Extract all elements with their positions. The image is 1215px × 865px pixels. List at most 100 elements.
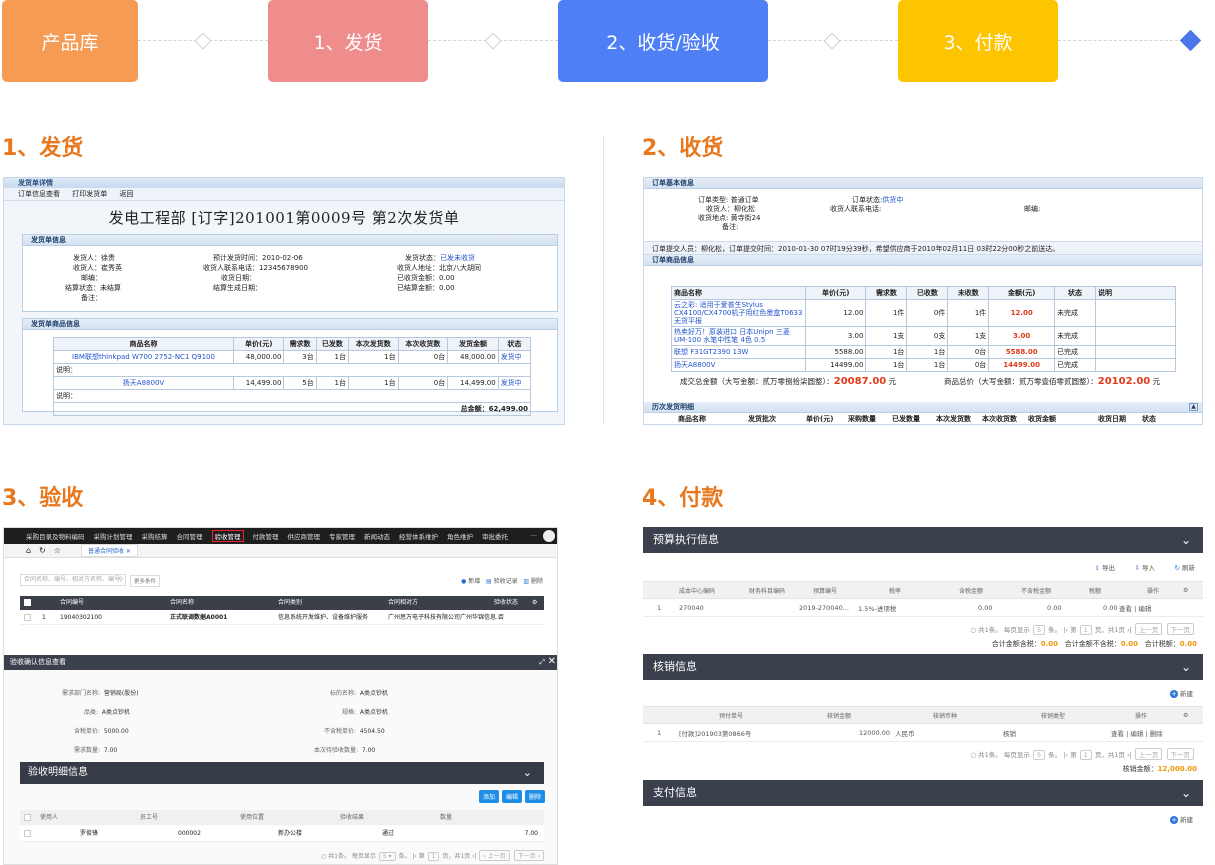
goods-link[interactable]: IBM联想thinkpad W700 2752-NC1 Q9100 [53, 350, 234, 364]
step-connector [1058, 40, 1183, 41]
step-ship[interactable]: 1、发货 [268, 0, 428, 82]
row-actions[interactable]: 查看 | 编辑 [1119, 603, 1151, 613]
close-icon[interactable]: ✕ [548, 654, 556, 669]
new-button[interactable]: + 新建 [643, 688, 1203, 698]
table-row: 热卖好万！原装进口 日本Unipn 三菱 UM-100 水笔中性笔 4色 0.5… [671, 326, 1176, 346]
delete-button[interactable]: 删除 [531, 578, 543, 585]
table-row[interactable]: 罗俊锋 000002 新办公楼 通过 7.00 [20, 826, 544, 842]
order-basic-info: 订单类型: 普通订单 收货人：柳化松 收货地点: 黄寺街24 备注: 订单状态:… [698, 196, 1041, 231]
row-actions[interactable]: 查看 | 编辑 | 删除 [1111, 728, 1163, 738]
order-notice: 订单提交人员：柳化松，订单提交时间：2010-01-30 07时19分39秒，希… [644, 241, 1202, 255]
writeoff-table-header: 预付单号 核销金额 核销币种 核销类型 操作 ⚙ [643, 706, 1203, 724]
import-button[interactable]: ⇩ 导入 [1134, 562, 1155, 572]
nav-item[interactable]: 采购目录及物料编码 [26, 531, 85, 541]
nav-item[interactable]: 采购计划管理 [94, 531, 133, 541]
settings-icon: ⚙ [1183, 586, 1189, 594]
writeoff-section-header[interactable]: 核销信息 ⌄ [643, 654, 1203, 680]
table-row[interactable]: 1 [付款]201903第0866号 12000.00 人民币 核销 查看 | … [643, 724, 1203, 742]
sub-nav: ⌂ ↻ ☆ 普通合同验收 ✕ [4, 544, 557, 558]
goods-link[interactable]: 扬天A8800V [671, 358, 806, 372]
new-button[interactable]: 新增 [468, 578, 480, 585]
block-header: 订单基本信息 [644, 178, 1202, 189]
table-row: 联想 F31GT2390 13W 5588.00 1台 1台 0台 5588.0… [671, 345, 1176, 359]
goods-link[interactable]: 云之彩: 适用于爱普生Stylus CX4100/CX4700机子用红色墨盒T0… [671, 299, 806, 327]
order-info-button[interactable]: 订单信息查看 [18, 190, 60, 198]
table-row[interactable]: 1 19040302100 正式联调数据A0001 信息系统开发维护、设备维护服… [20, 611, 544, 625]
print-button[interactable]: 打印发货单 [72, 190, 107, 198]
add-button[interactable]: 添加 [478, 790, 499, 803]
contract-list: 合同名称、编号、相对方名称、编号 ⚲ 更多条件 ● 新增 ▤ 验收记录 ▥ 删除 … [4, 558, 557, 630]
step-product-library[interactable]: 产品库 [2, 0, 138, 82]
goods-link[interactable]: 热卖好万！原装进口 日本Unipn 三菱 UM-100 水笔中性笔 4色 0.5 [671, 326, 806, 346]
back-button[interactable]: 返回 [119, 190, 133, 198]
avatar[interactable] [543, 530, 555, 542]
nav-item[interactable]: 审批委托 [482, 531, 508, 541]
detail-actions: 添加 编辑 删除 [476, 790, 545, 803]
list-header: 合同编号 合同名称 合同类别 合同相对方 验收状态 ⚙ [20, 596, 544, 610]
collapse-icon[interactable]: ▲ [1189, 403, 1198, 411]
budget-summary: 合计金额含税：0.00 合计金额不含税：0.00 合计税额：0.00 [991, 640, 1197, 648]
shipment-detail-screenshot: 发货单详情 订单信息查看 打印发货单 返回 发电工程部 [订字]201001第0… [3, 177, 565, 425]
detail-header-row: 使用人 员工号 使用位置 验收结果 数量 [20, 810, 544, 825]
detail-section-header[interactable]: 验收明细信息 ⌄ [20, 762, 544, 784]
chevron-down-icon: ⌄ [1180, 533, 1191, 547]
nav-item[interactable]: 经营体系维护 [399, 531, 438, 541]
section-title-ship: 1、发货 [2, 136, 84, 161]
divider [603, 135, 604, 425]
budget-toolbar: ⇪ 导出 ⇩ 导入 ↻ 刷新 [643, 553, 1203, 581]
new-button[interactable]: + 新建 [643, 814, 1203, 824]
nav-item[interactable]: 新闻动态 [364, 531, 390, 541]
nav-item[interactable]: 合同管理 [177, 531, 203, 541]
step-payment[interactable]: 3、付款 [898, 0, 1058, 82]
step-bar: 产品库 1、发货 2、收货/验收 3、付款 [0, 0, 1215, 82]
table-row[interactable]: 1 270040 2019-270040... 1.5%-进项税 0.00 0.… [643, 599, 1203, 617]
goods-link[interactable]: 扬天A8800V [53, 376, 234, 390]
edit-button[interactable]: 编辑 [501, 790, 522, 803]
record-button[interactable]: 验收记录 [494, 578, 518, 585]
block-header: 发货单信息 [23, 235, 557, 246]
nav-item[interactable]: 付款管理 [253, 531, 279, 541]
budget-section-header[interactable]: 预算执行信息 ⌄ [643, 527, 1203, 553]
nav-item[interactable]: 供应商管理 [288, 531, 321, 541]
table-row: 扬天A8800V 14,499.00 5台 1台 1台 0台 14,499.00… [53, 376, 532, 390]
refresh-icon[interactable]: ↻ [39, 546, 46, 555]
step-diamond-icon [194, 32, 212, 50]
nav-item[interactable]: 角色维护 [447, 531, 473, 541]
nav-item-active[interactable]: 验收管理 [211, 530, 244, 542]
step-end-diamond-icon [1179, 29, 1202, 52]
nav-item[interactable]: 专家管理 [329, 531, 355, 541]
tab-acceptance[interactable]: 普通合同验收 ✕ [80, 544, 138, 557]
panel-header: 发货单详情 [4, 178, 564, 188]
writeoff-total: 核销金额：12,000.00 [1122, 765, 1197, 773]
home-icon[interactable]: ⌂ [26, 546, 31, 555]
more-icon[interactable]: ··· [531, 532, 537, 540]
block-header: 发货单商品信息 [23, 319, 557, 330]
total-amount: 总金额：62,499.00 [53, 402, 531, 416]
acceptance-screenshot: 采购目录及物料编码 采购计划管理 采购结算 合同管理 验收管理 付款管理 供应商… [3, 527, 558, 865]
export-button[interactable]: ⇪ 导出 [1094, 562, 1115, 572]
goods-total: 商品总价（大写金额：贰万零壹佰零贰圆整）：20102.00 元 [944, 376, 1161, 387]
document-title: 发电工程部 [订字]201001第0009号 第2次发货单 [108, 209, 460, 227]
table-row: IBM联想thinkpad W700 2752-NC1 Q9100 48,000… [53, 350, 532, 364]
goods-link[interactable]: 联想 F31GT2390 13W [671, 345, 806, 359]
nav-item[interactable]: 采购结算 [142, 531, 168, 541]
table-row: 云之彩: 适用于爱普生Stylus CX4100/CX4700机子用红色墨盒T0… [671, 299, 1176, 327]
step-diamond-icon [823, 32, 841, 50]
deal-total: 成交总金额（大写金额：贰万零捌拾柒圆整）：20087.00 元 [680, 376, 897, 387]
pagination: ○ 共1条。 每页显示 5 ▾ 条。 |‹ 第 1 页，共1页 ›| ‹ 上一页… [321, 850, 553, 861]
receipt-detail-screenshot: 订单基本信息 订单类型: 普通订单 收货人：柳化松 收货地点: 黄寺街24 备注… [643, 177, 1203, 425]
delete-button[interactable]: 删除 [524, 790, 545, 803]
chevron-down-icon: ⌄ [1180, 660, 1191, 674]
maximize-icon[interactable]: ⤢ [539, 655, 545, 670]
history-columns: 商品名称 发货批次 单价(元) 采购数量 已发数量 本次发货数 本次收货数 收货… [678, 415, 1156, 423]
shipment-info-block: 发货单信息 发货人：徐贵 收货人：崔秀英 邮编： 结算状态：未结算 备注： 预计… [22, 234, 558, 312]
step-receive-accept[interactable]: 2、收货/验收 [558, 0, 768, 82]
payment-section-header[interactable]: 支付信息 ⌄ [643, 780, 1203, 806]
more-conditions-button[interactable]: 更多条件 [130, 575, 161, 587]
star-icon[interactable]: ☆ [54, 546, 61, 555]
history-header: 历次发货明细 ▲ [644, 402, 1202, 413]
dialog-body: 需求部门名称: 营销局(股份) 品类: A类点钞机 含税单价: 5000.00 … [4, 670, 557, 864]
search-input[interactable]: 合同名称、编号、相对方名称、编号 ⚲ [20, 574, 126, 586]
search-icon: ⚲ [118, 576, 123, 583]
refresh-button[interactable]: ↻ 刷新 [1174, 562, 1195, 572]
